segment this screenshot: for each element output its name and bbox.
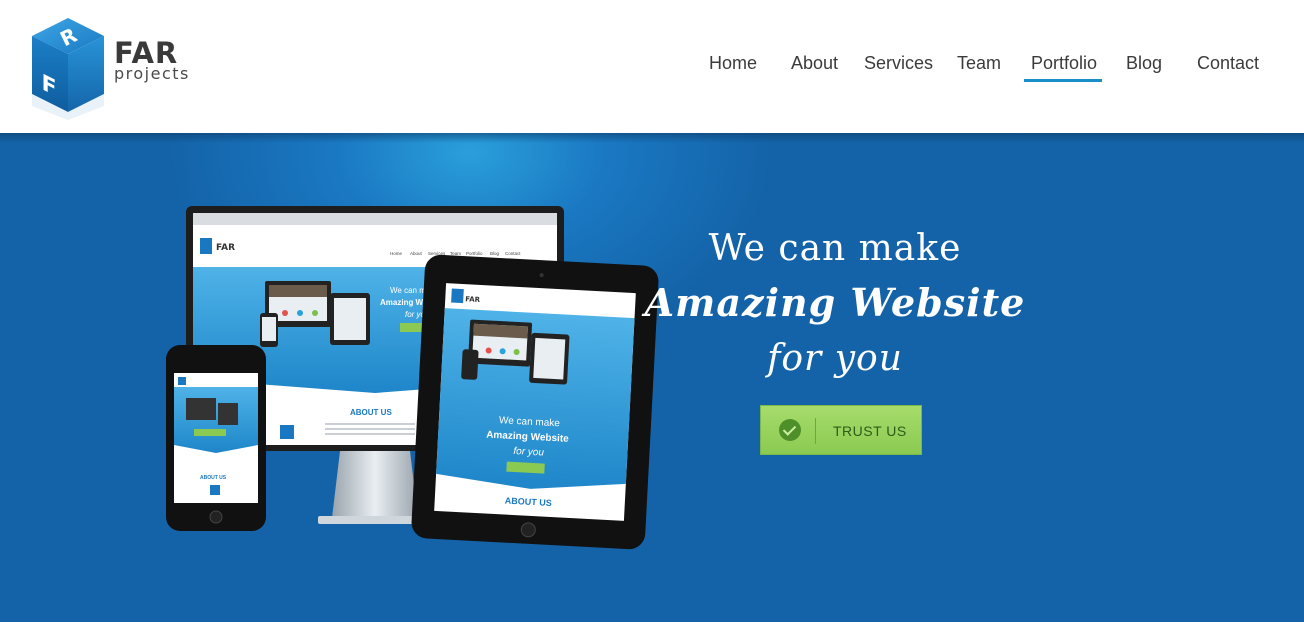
hero-headline: We can make Amazing Website for you [640,227,1030,385]
trust-us-label: TRUST US [833,423,907,439]
nav-item-contact[interactable]: Contact [1197,52,1259,74]
logo-letter-a: A [78,16,95,23]
responsive-devices-image: FAR Home About Services Team Portfolio B… [160,193,660,573]
header-shadow [0,133,1304,143]
nav-item-about[interactable]: About [791,52,838,74]
phone-screen-section: ABOUT US [200,475,227,481]
headline-line-2: Amazing Website [644,280,1026,325]
nav-item-blog[interactable]: Blog [1126,52,1162,74]
nav-item-team[interactable]: Team [957,52,1001,74]
main-nav: Home About Services Team Portfolio Blog … [0,52,1304,82]
devices-illustration: FAR Home About Services Team Portfolio B… [166,206,659,550]
nav-item-portfolio[interactable]: Portfolio [1023,52,1103,82]
monitor-nav-blog: Blog [490,251,500,256]
monitor-screen-section: ABOUT US [350,408,392,417]
headline-line-1: We can make [708,228,962,269]
trust-us-button[interactable]: TRUST US [760,405,922,455]
headline-line-3: for you [767,338,903,379]
tablet-screen-line3: for you [513,446,545,459]
monitor-nav-home: Home [390,251,403,256]
monitor-nav-about: About [410,251,423,256]
hero-banner: FAR Home About Services Team Portfolio B… [0,133,1304,622]
nav-item-services[interactable]: Services [864,52,933,74]
monitor-screen-brand: FAR [216,243,235,253]
button-divider [815,418,816,444]
monitor-nav-team: Team [450,251,461,256]
site-header: R F A FAR projects Home About Services T… [0,0,1304,133]
phone-device: ABOUT US [166,345,266,531]
check-circle-icon [779,419,801,441]
nav-item-home[interactable]: Home [709,52,757,74]
tablet-screen-brand: FAR [465,295,481,304]
monitor-nav-portfolio: Portfolio [466,251,483,256]
tablet-device: FAR We can make Amazing Website for you [411,254,659,550]
monitor-nav-contact: Contact [505,251,521,256]
